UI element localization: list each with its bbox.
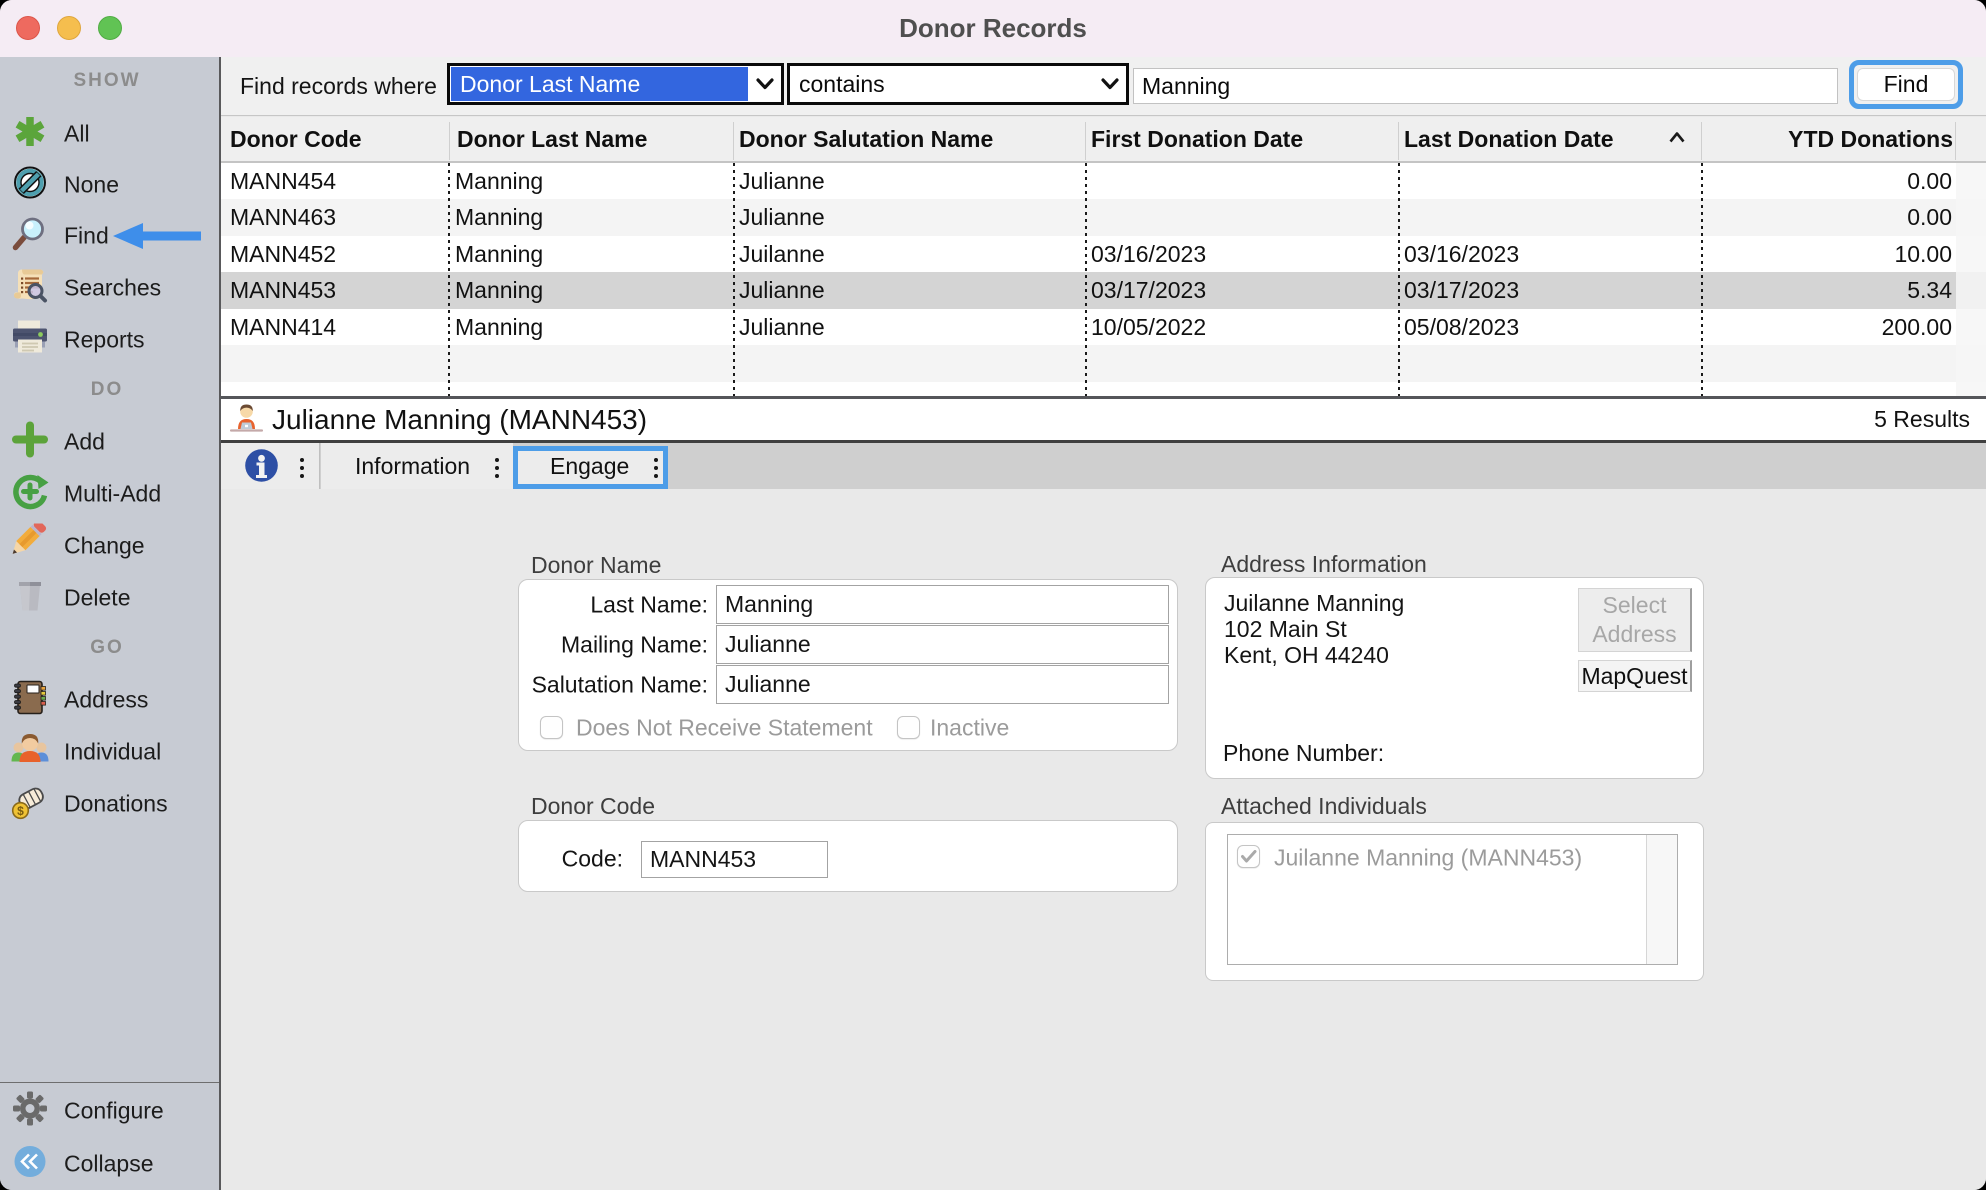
svg-text:$: $ [17, 804, 24, 818]
